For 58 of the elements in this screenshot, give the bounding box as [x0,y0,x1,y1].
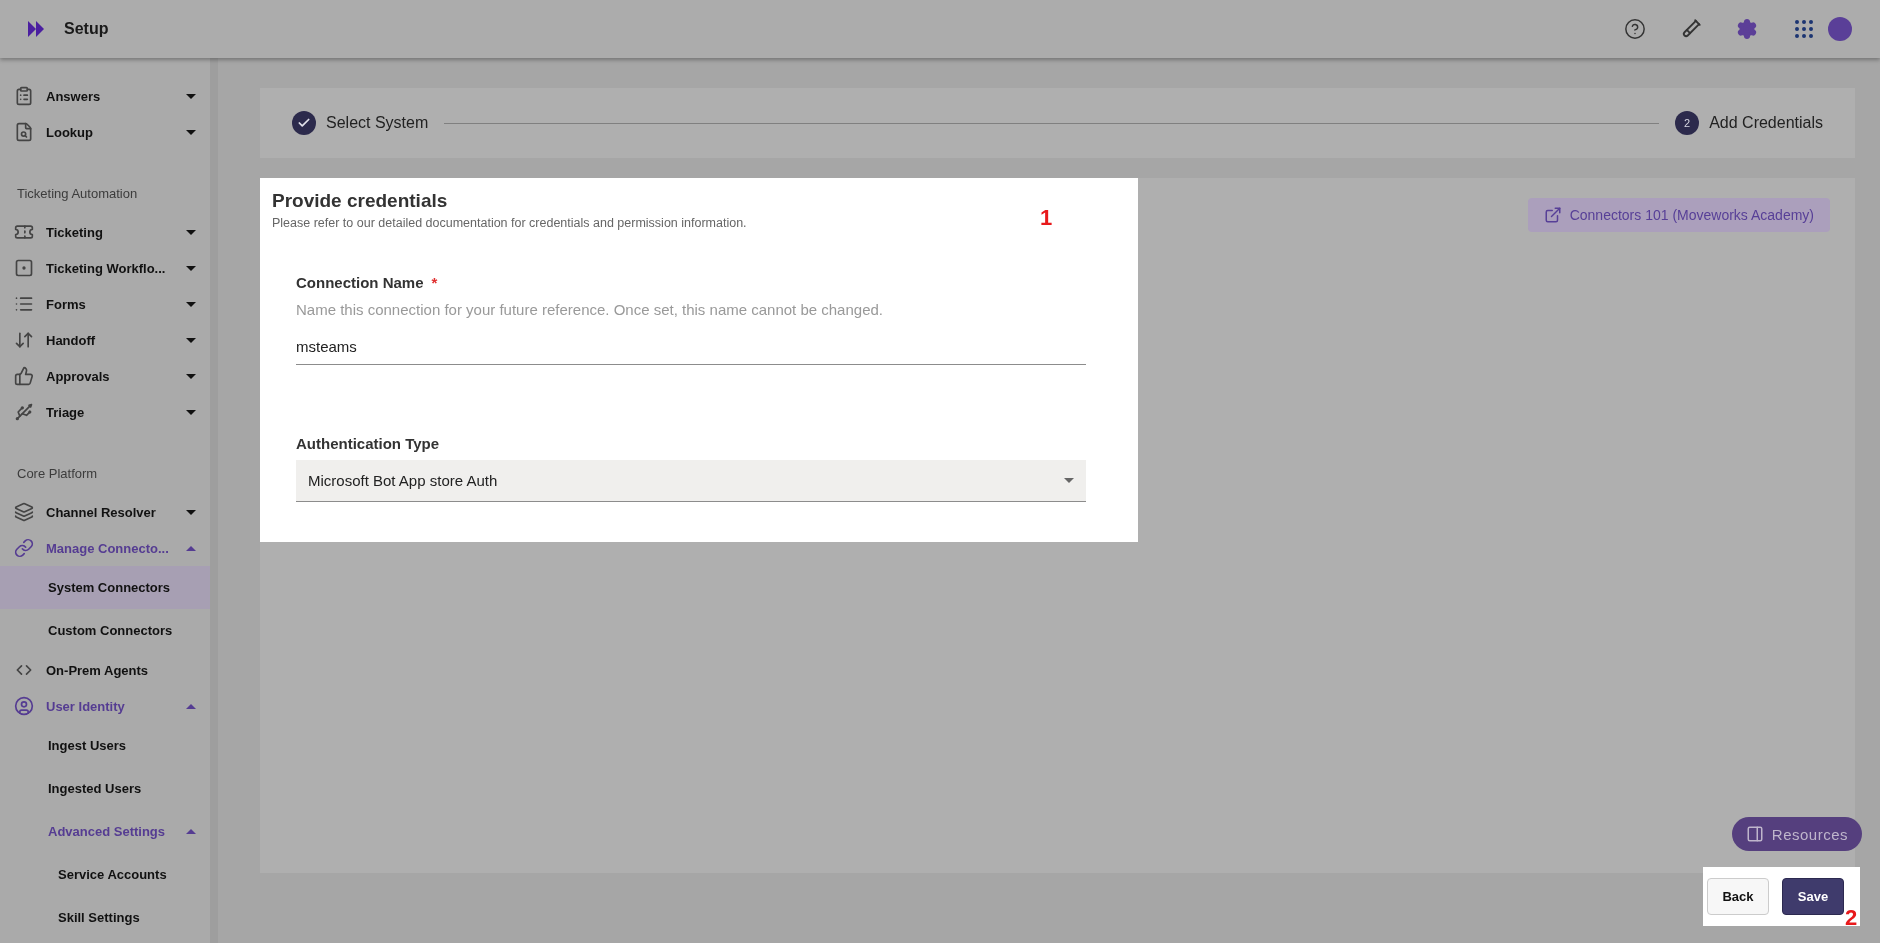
thumbs-icon [14,366,34,386]
sidebar-item[interactable]: Handoff [0,322,210,358]
list-icon [14,294,34,314]
framed-square-icon [14,258,34,278]
document-search-icon [14,122,34,142]
required-mark: * [431,274,438,291]
field-label: Connection Name * [296,274,439,291]
sidebar-subitem[interactable]: Custom Connectors [0,609,210,652]
sidebar-item[interactable]: Ticketing Workflo... [0,250,210,286]
user-avatar[interactable] [1828,17,1852,41]
step-label: Select System [326,114,429,132]
sidebar-item[interactable]: Channel Resolver [0,494,210,530]
link-icon [14,538,34,558]
usb-icon [14,402,34,422]
panel-icon [1745,825,1764,843]
sidebar-subitem[interactable]: Service Accounts [0,853,210,896]
arrows-icon [14,330,34,350]
field-label: Authentication Type [296,435,441,452]
annotation-number: 2 [1845,905,1858,931]
sidebar-subitem[interactable]: Ingested Users [0,767,210,810]
back-button[interactable]: Back [1707,878,1769,915]
sidebar-item[interactable]: Ticketing [0,214,210,250]
external-link-icon [1543,206,1562,224]
layers-icon [14,502,34,522]
form-title: Provide credentials [272,190,449,212]
sidebar-item[interactable]: Answers [0,78,210,114]
caret-icon [186,829,196,834]
sidebar-subitem[interactable]: System Connectors [0,566,210,609]
help-icon[interactable] [1624,18,1646,40]
form-description: Please refer to our detailed documentation for credentials and permission information. [272,216,747,230]
resources-button[interactable]: Resources [1731,817,1862,851]
clipboard-icon [14,86,34,106]
sidebar-subitem[interactable]: Advanced Settings [0,810,210,853]
sidebar-item[interactable]: User Identity [0,688,210,724]
section-heading: Ticketing Automation [16,185,139,203]
sidebar-item[interactable]: Triage [0,394,210,430]
sidebar-subitem[interactable]: Ingest Users [0,724,210,767]
apps-grid-icon[interactable] [1792,17,1816,41]
caret-icon [1064,478,1074,483]
sidebar-subitem[interactable]: Skill Settings [0,896,210,939]
sidebar-item[interactable]: Manage Connecto... [0,530,210,566]
annotation-number: 1 [1040,205,1053,231]
field-hint: Name this connection for your future reference. Once set, this name cannot be changed. [296,301,884,318]
app-title: Setup [64,20,109,38]
save-button[interactable]: Save [1782,878,1844,915]
section-heading: Core Platform [16,465,99,483]
settings-icon[interactable] [1736,18,1758,40]
sidebar-item[interactable]: On-Prem Agents [0,652,210,688]
step-label: Add Credentials [1709,114,1823,132]
logo-icon [28,21,46,37]
select-field[interactable]: Microsoft Bot App store Auth [296,460,1086,502]
user-icon [14,696,34,716]
sidebar-item[interactable]: Lookup [0,114,210,150]
step-number: 2 [1675,111,1700,135]
sidebar-item[interactable]: Approvals [0,358,210,394]
sidebar-item[interactable]: Forms [0,286,210,322]
ticket-icon [14,222,34,242]
input-field[interactable]: msteams [296,318,1086,365]
